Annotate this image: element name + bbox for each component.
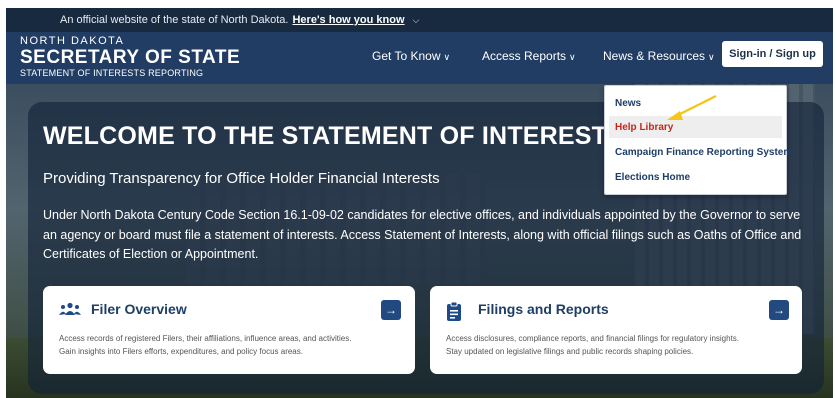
arrow-right-icon[interactable]: → [381,300,401,320]
dropdown-item-help-library[interactable]: Help Library [609,116,782,138]
site-logo[interactable]: NORTH DAKOTA SECRETARY OF STATE STATEMEN… [20,36,240,78]
nav-access-reports[interactable]: Access Reports ∨ [482,49,576,63]
card-description-line: Gain insights into Filers efforts, expen… [59,347,303,356]
news-resources-dropdown: News Help Library Campaign Finance Repor… [604,85,792,195]
nav-news-resources[interactable]: News & Resources ∨ [603,49,715,63]
page-title: WELCOME TO THE STATEMENT OF INTERESTS RE… [43,122,684,150]
official-site-banner: An official website of the state of Nort… [6,8,833,32]
browser-viewport: An official website of the state of Nort… [6,8,833,398]
card-description: Access records of registered Filers, the… [59,332,351,358]
logo-state: NORTH DAKOTA [20,35,125,47]
arrow-right-icon[interactable]: → [769,300,789,320]
card-description-line: Access records of registered Filers, the… [59,334,352,343]
site-header: NORTH DAKOTA SECRETARY OF STATE STATEMEN… [6,32,833,84]
filer-overview-card[interactable]: Filer Overview → Access records of regis… [43,286,415,374]
nav-get-to-know[interactable]: Get To Know ∨ [372,49,450,63]
users-icon [59,302,81,319]
dropdown-item-campaign-finance[interactable]: Campaign Finance Reporting System [609,141,792,163]
document-icon [446,301,462,325]
intro-paragraph: Under North Dakota Century Code Section … [43,208,802,261]
how-you-know-link[interactable]: Here's how you know [292,14,404,26]
card-title: Filer Overview [91,301,187,317]
chevron-down-icon: ∨ [708,52,715,62]
logo-title: SECRETARY OF STATE [20,47,241,68]
card-description-line: Stay updated on legislative filings and … [446,347,694,356]
card-description-line: Access disclosures, compliance reports, … [446,334,740,343]
nav-label: Access Reports [482,49,567,63]
card-description: Access disclosures, compliance reports, … [446,332,739,358]
card-title: Filings and Reports [478,301,609,317]
nav-label: Get To Know [372,49,441,63]
dropdown-item-elections-home[interactable]: Elections Home [609,166,782,188]
logo-subtitle: STATEMENT OF INTERESTS REPORTING [20,68,204,78]
official-site-text: An official website of the state of Nort… [60,14,289,26]
chevron-down-icon: ∨ [443,52,451,62]
page-subtitle: Providing Transparency for Office Holder… [43,170,440,187]
nav-label: News & Resources [603,49,706,63]
signin-button[interactable]: Sign-in / Sign up [722,41,823,67]
chevron-down-icon: ∨ [569,52,576,62]
dropdown-item-news[interactable]: News [609,92,782,114]
chevron-down-icon[interactable]: ⌵ [413,15,420,26]
filings-reports-card[interactable]: Filings and Reports → Access disclosures… [430,286,802,374]
